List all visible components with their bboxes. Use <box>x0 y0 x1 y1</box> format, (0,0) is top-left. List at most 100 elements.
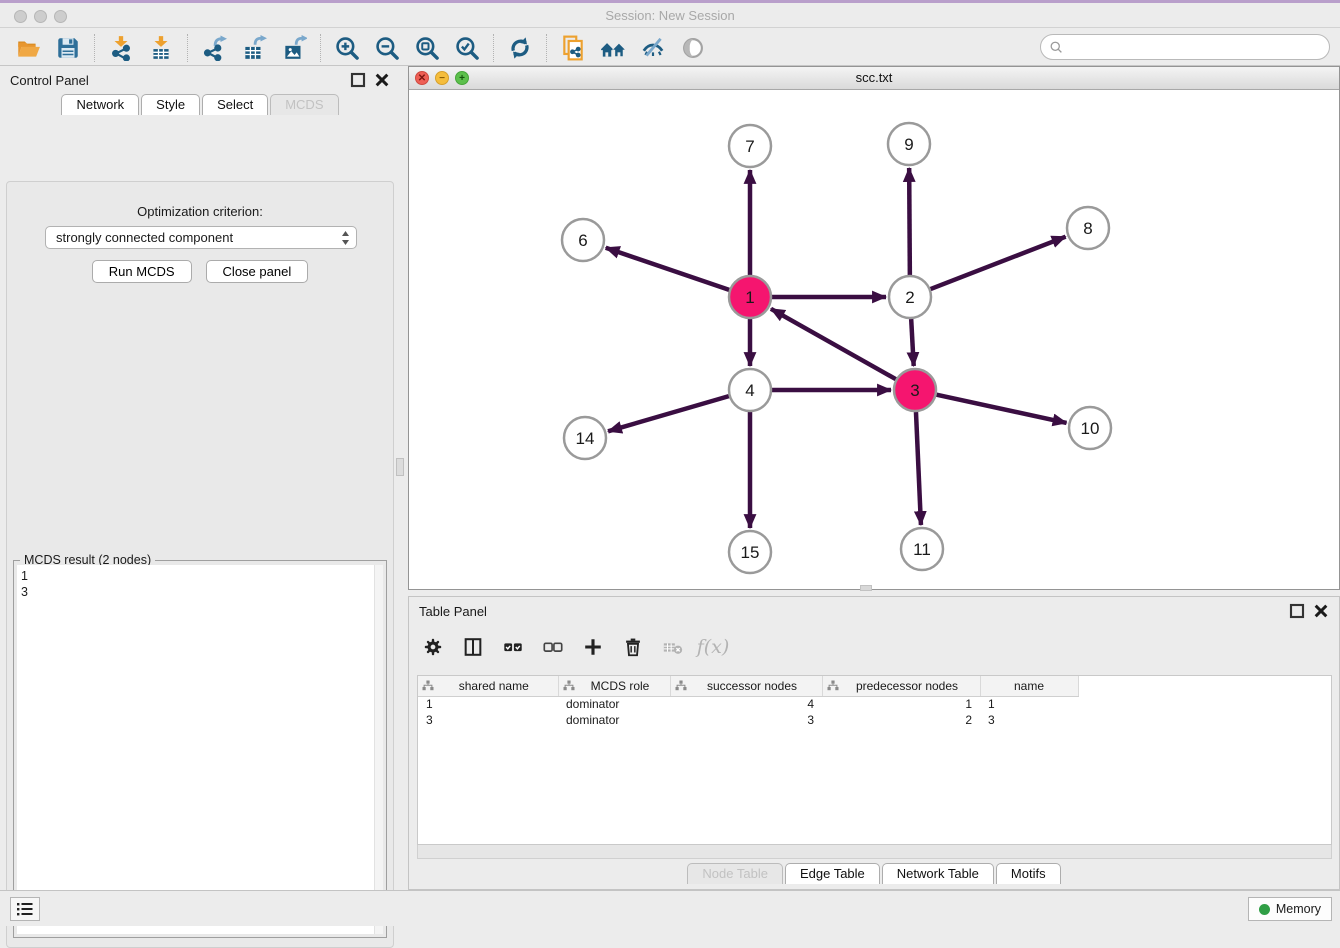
column-header-MCDS-role[interactable]: MCDS role <box>558 676 670 696</box>
deselect-all-button[interactable] <box>539 633 567 661</box>
zoom-out-icon <box>374 35 400 61</box>
node-14[interactable]: 14 <box>564 417 606 459</box>
table-hscrollbar[interactable] <box>417 845 1332 859</box>
table-tabs: Node TableEdge TableNetwork TableMotifs <box>409 863 1339 884</box>
export-table-button[interactable] <box>234 32 274 64</box>
edge-3-10[interactable] <box>936 395 1066 423</box>
tab-node-table[interactable]: Node Table <box>687 863 783 884</box>
open-file-icon <box>15 35 41 61</box>
edge-2-9[interactable] <box>909 168 910 275</box>
task-history-button[interactable] <box>10 897 40 921</box>
table-row[interactable]: 3dominator323 <box>418 712 1078 728</box>
save-session-button[interactable] <box>48 32 88 64</box>
edge-3-1[interactable] <box>771 309 896 379</box>
maximize-frame-icon[interactable]: + <box>455 71 469 85</box>
tab-mcds[interactable]: MCDS <box>270 94 338 115</box>
edge-3-11[interactable] <box>916 412 921 525</box>
import-network-button[interactable] <box>101 32 141 64</box>
network-window-titlebar[interactable]: ✕ − + scc.txt <box>409 67 1339 90</box>
refresh-button[interactable] <box>500 32 540 64</box>
control-panel-title: Control Panel <box>10 73 342 88</box>
tab-network[interactable]: Network <box>61 94 139 115</box>
network-canvas[interactable]: 7 9 6 8 1 2 4 3 14 10 15 11 <box>409 90 1339 589</box>
result-scrollbar[interactable] <box>374 565 383 934</box>
window-titlebar: Session: New Session <box>0 0 1340 28</box>
run-mcds-button[interactable]: Run MCDS <box>92 260 192 283</box>
delete-button[interactable] <box>619 633 647 661</box>
close-table-panel-icon[interactable] <box>1313 603 1329 619</box>
node-4[interactable]: 4 <box>729 369 771 411</box>
node-8[interactable]: 8 <box>1067 207 1109 249</box>
gear-button[interactable] <box>419 633 447 661</box>
export-network-button[interactable] <box>194 32 234 64</box>
criterion-value: strongly connected component <box>56 230 341 245</box>
node-table-head: shared nameMCDS rolesuccessor nodesprede… <box>418 676 1078 696</box>
node-table[interactable]: shared nameMCDS rolesuccessor nodesprede… <box>417 675 1332 845</box>
svg-text:15: 15 <box>741 543 760 562</box>
control-panel: Control Panel NetworkStyleSelectMCDS Opt… <box>0 66 400 890</box>
save-session-icon <box>55 35 81 61</box>
node-1[interactable]: 1 <box>729 276 771 318</box>
close-window-icon[interactable] <box>14 10 27 23</box>
home-layout-button[interactable] <box>593 32 633 64</box>
float-table-panel-icon[interactable] <box>1289 603 1305 619</box>
mcds-result-text[interactable]: 1 3 <box>17 565 374 934</box>
node-6[interactable]: 6 <box>562 219 604 261</box>
open-file-button[interactable] <box>8 32 48 64</box>
zoom-in-button[interactable] <box>327 32 367 64</box>
memory-button[interactable]: Memory <box>1248 897 1332 921</box>
hide-panel-button[interactable] <box>633 32 673 64</box>
edge-2-8[interactable] <box>931 237 1066 289</box>
zoom-selected-button[interactable] <box>447 32 487 64</box>
search-field[interactable] <box>1040 34 1330 60</box>
node-10[interactable]: 10 <box>1069 407 1111 449</box>
add-button[interactable] <box>579 633 607 661</box>
import-table-button[interactable] <box>141 32 181 64</box>
zoom-window-icon[interactable] <box>54 10 67 23</box>
table-panel-header: Table Panel <box>409 597 1339 625</box>
svg-text:4: 4 <box>745 381 754 400</box>
tab-edge-table[interactable]: Edge Table <box>785 863 880 884</box>
close-panel-icon[interactable] <box>374 72 390 88</box>
tab-motifs[interactable]: Motifs <box>996 863 1061 884</box>
splitter-handle[interactable] <box>396 458 404 476</box>
node-7[interactable]: 7 <box>729 125 771 167</box>
column-header-predecessor-nodes[interactable]: predecessor nodes <box>822 676 980 696</box>
zoom-fit-button[interactable] <box>407 32 447 64</box>
minimize-frame-icon[interactable]: − <box>435 71 449 85</box>
table-panel-title: Table Panel <box>419 604 1281 619</box>
column-header-shared-name[interactable]: shared name <box>418 676 558 696</box>
criterion-select[interactable]: strongly connected component <box>45 226 357 249</box>
node-9[interactable]: 9 <box>888 123 930 165</box>
delete-table-button[interactable] <box>659 633 687 661</box>
column-header-successor-nodes[interactable]: successor nodes <box>670 676 822 696</box>
zoom-out-button[interactable] <box>367 32 407 64</box>
close-panel-button[interactable]: Close panel <box>206 260 309 283</box>
eye-button[interactable] <box>673 32 713 64</box>
network-resize-grip[interactable] <box>860 585 872 591</box>
main-toolbar <box>0 31 1340 66</box>
edge-2-3[interactable] <box>911 319 914 366</box>
toolbar-separator <box>94 34 95 62</box>
tab-select[interactable]: Select <box>202 94 268 115</box>
tab-network-table[interactable]: Network Table <box>882 863 994 884</box>
table-row[interactable]: 1dominator411 <box>418 696 1078 712</box>
node-2[interactable]: 2 <box>889 276 931 318</box>
close-frame-icon[interactable]: ✕ <box>415 71 429 85</box>
float-panel-icon[interactable] <box>350 72 366 88</box>
function-builder-button[interactable]: f(x) <box>699 633 727 661</box>
edge-1-6[interactable] <box>606 248 729 290</box>
import-table-icon <box>148 35 174 61</box>
column-header-name[interactable]: name <box>980 676 1078 696</box>
search-input[interactable] <box>1064 40 1329 55</box>
node-11[interactable]: 11 <box>901 528 943 570</box>
export-image-button[interactable] <box>274 32 314 64</box>
select-all-button[interactable] <box>499 633 527 661</box>
node-15[interactable]: 15 <box>729 531 771 573</box>
clone-network-button[interactable] <box>553 32 593 64</box>
tab-style[interactable]: Style <box>141 94 200 115</box>
edge-4-14[interactable] <box>608 396 729 431</box>
column-button[interactable] <box>459 633 487 661</box>
node-3[interactable]: 3 <box>894 369 936 411</box>
minimize-window-icon[interactable] <box>34 10 47 23</box>
